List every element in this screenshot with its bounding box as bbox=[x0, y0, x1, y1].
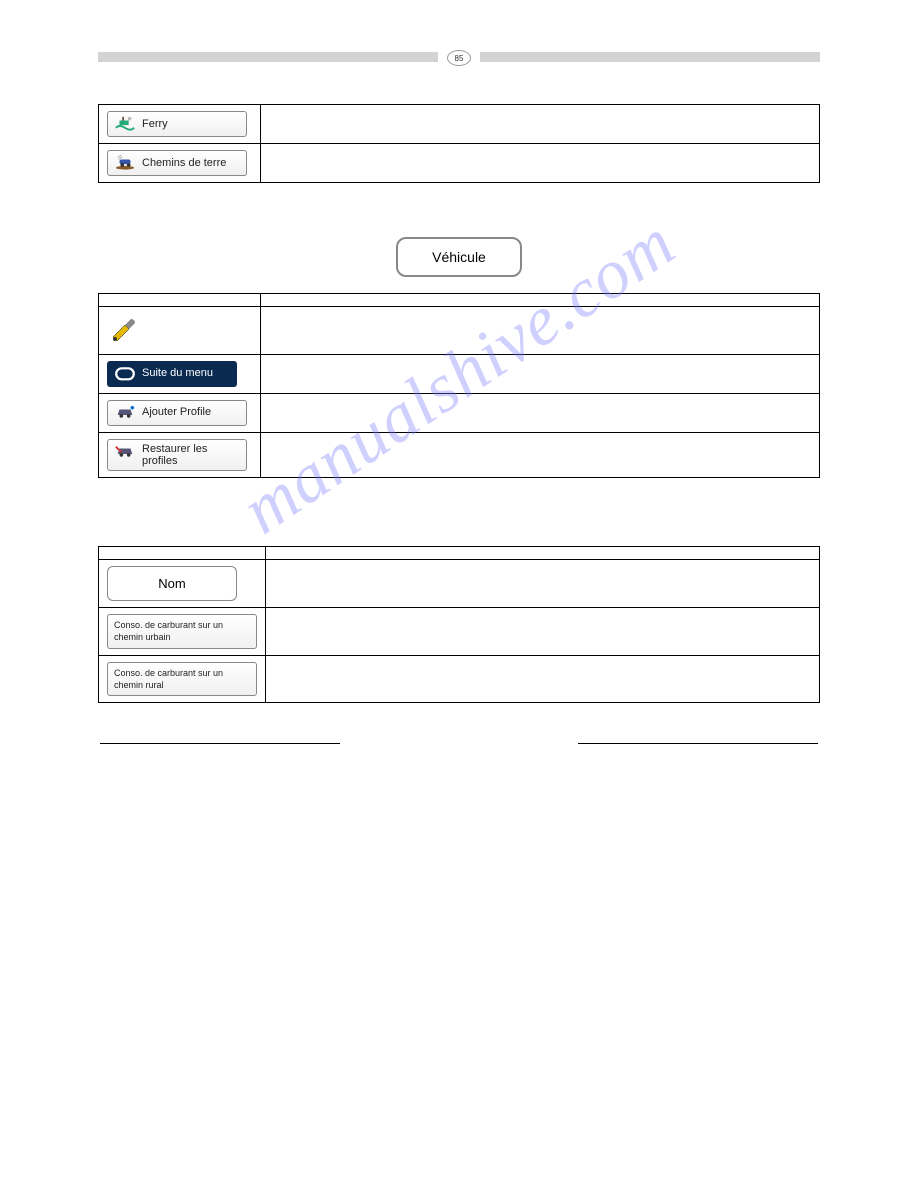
fuel-urban-desc bbox=[266, 608, 820, 655]
page-number-oval: 85 bbox=[447, 50, 471, 66]
ferry-icon bbox=[114, 115, 136, 133]
nom-button[interactable]: Nom bbox=[107, 566, 237, 602]
add-profile-desc bbox=[261, 393, 820, 432]
tools-desc bbox=[261, 307, 820, 355]
col-header-desc bbox=[261, 294, 820, 307]
car-dirt-icon bbox=[114, 154, 136, 172]
table-row: Ferry bbox=[99, 105, 820, 144]
table-row: Chemins de terre bbox=[99, 144, 820, 183]
table-row: Restaurer les profiles bbox=[99, 432, 820, 477]
ferry-label: Ferry bbox=[142, 117, 168, 132]
table-row: Ajouter Profile bbox=[99, 393, 820, 432]
restore-profiles-label2: profiles bbox=[142, 455, 207, 467]
restore-profiles-label1: Restaurer les bbox=[142, 443, 207, 455]
page: manualshive.com 85 Ferry bbox=[0, 0, 918, 786]
table-row: Conso. de carburant sur un chemin urbain bbox=[99, 608, 820, 655]
profile-settings-table: Nom Conso. de carburant sur un chemin ur… bbox=[98, 546, 820, 703]
car-wrench-icon bbox=[114, 443, 136, 461]
fuel-rural-desc bbox=[266, 655, 820, 702]
car-plus-icon bbox=[114, 404, 136, 422]
add-profile-label: Ajouter Profile bbox=[142, 405, 211, 420]
loop-icon bbox=[114, 365, 136, 383]
dirt-road-desc bbox=[261, 144, 820, 183]
fuel-rural-label: Conso. de carburant sur un chemin rural bbox=[114, 667, 250, 691]
fuel-rural-button[interactable]: Conso. de carburant sur un chemin rural bbox=[107, 662, 257, 696]
dirt-road-label: Chemins de terre bbox=[142, 156, 226, 171]
add-profile-button[interactable]: Ajouter Profile bbox=[107, 400, 247, 426]
vehicle-button[interactable]: Véhicule bbox=[396, 237, 522, 277]
vehicle-profile-table: Suite du menu Ajouter Profile bbox=[98, 293, 820, 478]
table-row: Conso. de carburant sur un chemin rural bbox=[99, 655, 820, 702]
fuel-urban-label: Conso. de carburant sur un chemin urbain bbox=[114, 619, 250, 643]
footer-left bbox=[100, 743, 340, 746]
col-header-button-2 bbox=[99, 546, 266, 559]
table-row: Suite du menu bbox=[99, 354, 820, 393]
ferry-button[interactable]: Ferry bbox=[107, 111, 247, 137]
nom-label: Nom bbox=[158, 575, 185, 593]
table-row: Nom bbox=[99, 559, 820, 608]
fuel-urban-button[interactable]: Conso. de carburant sur un chemin urbain bbox=[107, 614, 257, 648]
suite-menu-button[interactable]: Suite du menu bbox=[107, 361, 237, 387]
tools-icon[interactable] bbox=[107, 313, 141, 343]
dirt-road-button[interactable]: Chemins de terre bbox=[107, 150, 247, 176]
col-header-button bbox=[99, 294, 261, 307]
header-bar: 85 bbox=[98, 50, 820, 64]
footer-right bbox=[578, 743, 818, 746]
restore-profiles-button[interactable]: Restaurer les profiles bbox=[107, 439, 247, 471]
table-row bbox=[99, 307, 820, 355]
nom-desc bbox=[266, 559, 820, 608]
route-types-table: Ferry Chemins de terre bbox=[98, 104, 820, 183]
col-header-desc-2 bbox=[266, 546, 820, 559]
footer bbox=[98, 743, 820, 746]
restore-profiles-desc bbox=[261, 432, 820, 477]
ferry-desc bbox=[261, 105, 820, 144]
suite-menu-desc bbox=[261, 354, 820, 393]
vehicle-label: Véhicule bbox=[432, 249, 486, 265]
suite-menu-label: Suite du menu bbox=[142, 366, 213, 381]
